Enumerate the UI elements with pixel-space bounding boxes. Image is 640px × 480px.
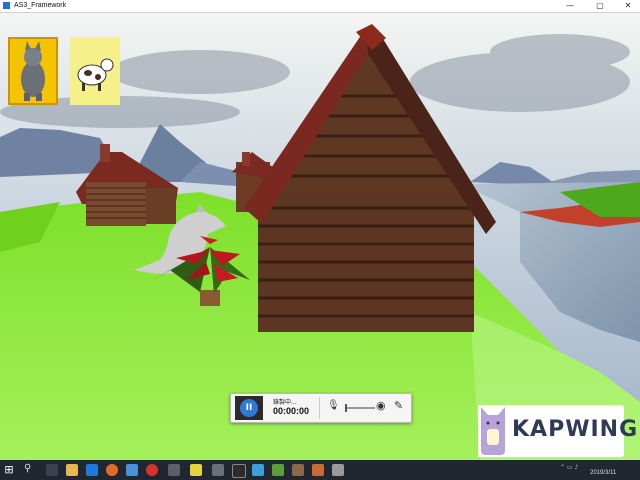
- kapwing-logo-text: KAPWING: [512, 417, 639, 442]
- kapwing-mascot-icon: [478, 405, 508, 457]
- app-icon[interactable]: [252, 464, 264, 476]
- app-icon[interactable]: [292, 464, 304, 476]
- close-button[interactable]: ✕: [618, 0, 638, 12]
- minimize-button[interactable]: —: [560, 0, 580, 12]
- cow-portrait-icon[interactable]: [70, 37, 120, 105]
- firefox-icon[interactable]: [106, 464, 118, 476]
- window-title: AS3_Framework: [14, 2, 67, 9]
- volume-slider[interactable]: [345, 404, 375, 412]
- edge-icon[interactable]: [86, 464, 98, 476]
- pen-icon[interactable]: ✎: [394, 399, 403, 412]
- app-icon: [3, 2, 10, 9]
- app-icon[interactable]: [212, 464, 224, 476]
- system-tray[interactable]: ⌃ ▭ ♪: [560, 464, 578, 471]
- search-icon[interactable]: ⚲: [24, 463, 31, 474]
- start-button[interactable]: ⊞: [2, 463, 16, 477]
- webcam-icon[interactable]: ◉: [376, 399, 386, 412]
- taskbar-date[interactable]: 2019/3/11: [590, 470, 616, 476]
- chrome-icon[interactable]: [146, 464, 158, 476]
- recording-timer: 00:00:00: [273, 406, 310, 416]
- pause-button[interactable]: II: [235, 396, 263, 420]
- windows-taskbar: ⊞ ⚲ ⌃ ▭ ♪ 2019/3/11: [0, 460, 640, 480]
- microphone-icon[interactable]: 🎙: [327, 400, 340, 411]
- divider: [319, 397, 320, 419]
- file-explorer-icon[interactable]: [66, 464, 78, 476]
- app-icon[interactable]: [312, 464, 324, 476]
- app-icon[interactable]: [168, 464, 180, 476]
- pause-icon: II: [240, 399, 258, 417]
- kapwing-watermark: KAPWING: [478, 405, 637, 457]
- app-icon[interactable]: [332, 464, 344, 476]
- app-icon[interactable]: [190, 464, 202, 476]
- window-titlebar: AS3_Framework — ▢ ✕: [0, 0, 640, 13]
- app-icon[interactable]: [272, 464, 284, 476]
- wolf-portrait-art: [21, 41, 45, 101]
- wolf-portrait-icon[interactable]: [8, 37, 58, 105]
- terminal-icon[interactable]: [232, 464, 246, 478]
- app-icon[interactable]: [126, 464, 138, 476]
- task-view-icon[interactable]: [46, 464, 58, 476]
- maximize-button[interactable]: ▢: [590, 0, 610, 12]
- cow-portrait-art: [77, 58, 114, 91]
- recording-status: 錄製中...: [273, 399, 297, 406]
- screen-recorder-toolbar: II 錄製中... 00:00:00 🎙 ◉ ✎: [230, 393, 412, 423]
